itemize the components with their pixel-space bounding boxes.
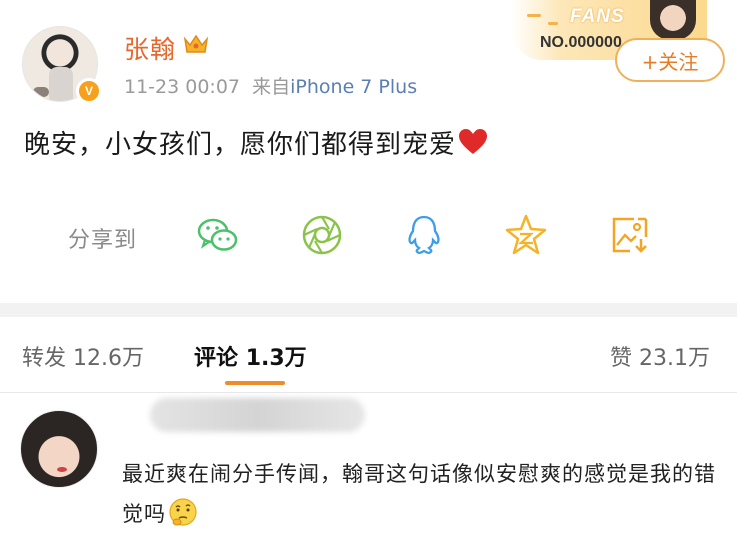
crown-icon [183, 34, 209, 53]
post-source[interactable]: iPhone 7 Plus [290, 76, 417, 98]
wechat-icon[interactable] [196, 213, 240, 257]
qzone-icon[interactable] [504, 213, 548, 257]
moments-icon[interactable] [300, 213, 344, 257]
post-meta: 11-23 00:07 来自iPhone 7 Plus [124, 72, 417, 99]
section-separator [0, 303, 737, 317]
qq-icon[interactable] [402, 213, 446, 257]
blurred-commenter-name [150, 398, 365, 432]
heart-icon [459, 129, 488, 154]
tab-reposts-count: 12.6万 [73, 346, 145, 371]
fans-number: NO.000000 [540, 34, 622, 51]
comment-text: 最近爽在闹分手传闻，翰哥这句话像似安慰爽的感觉是我的错觉吗 [122, 462, 716, 526]
comment-body: 最近爽在闹分手传闻，翰哥这句话像似安慰爽的感觉是我的错觉吗 [122, 454, 722, 534]
tab-comments-label: 评论 [194, 346, 239, 371]
fans-photo [650, 0, 696, 40]
tab-comments[interactable]: 评论 1.3万 [194, 340, 307, 372]
follow-button[interactable]: +关注 [615, 38, 725, 82]
avatar-dog [33, 87, 49, 97]
avatar-figure [49, 67, 73, 101]
post-content: 晚安，小女孩们，愿你们都得到宠爱 [24, 124, 488, 161]
tab-likes[interactable]: 赞 23.1万 [610, 340, 710, 372]
source-prefix: 来自 [252, 76, 291, 98]
tab-likes-label: 赞 [610, 346, 633, 371]
active-tab-indicator [225, 381, 285, 385]
tab-reposts-label: 转发 [22, 346, 67, 371]
save-image-icon[interactable] [608, 213, 652, 257]
tab-reposts[interactable]: 转发 12.6万 [22, 340, 144, 372]
tab-comments-count: 1.3万 [245, 346, 307, 371]
tabs-divider [0, 392, 737, 393]
verified-badge-icon: V [76, 78, 102, 104]
commenter-avatar[interactable] [20, 410, 98, 488]
post-time: 11-23 00:07 [124, 76, 241, 98]
tab-likes-count: 23.1万 [639, 346, 711, 371]
banner-dash [548, 22, 558, 25]
share-label: 分享到 [68, 228, 138, 253]
fans-label: FANS [570, 6, 625, 27]
post-text: 晚安，小女孩们，愿你们都得到宠爱 [24, 130, 457, 160]
poster-username[interactable]: 张翰 [124, 30, 176, 66]
thinking-emoji-icon [169, 498, 197, 526]
banner-dash [527, 14, 541, 17]
avatar-lips [57, 467, 67, 472]
